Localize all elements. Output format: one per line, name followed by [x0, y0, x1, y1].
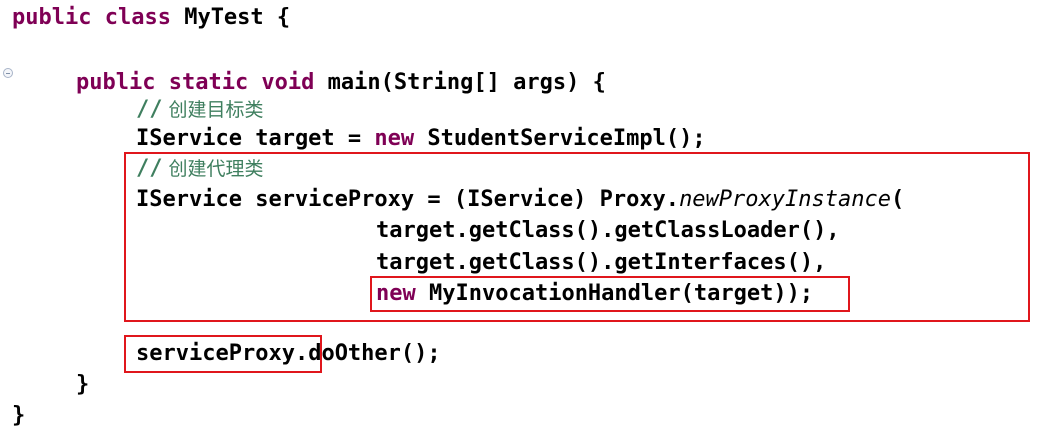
keyword: new — [374, 126, 415, 151]
code-editor[interactable]: public class MyTest { public static void… — [0, 0, 1042, 440]
comment-slashes: // — [136, 97, 163, 122]
code-line-comment-target: // 创建目标类 — [136, 98, 264, 122]
code-text: MyTest { — [170, 5, 291, 30]
fold-collapse-icon[interactable] — [3, 68, 13, 78]
code-text: main(String[] args) { — [314, 70, 606, 95]
keyword: public static void — [76, 70, 315, 95]
code-line-main-decl: public static void main(String[] args) { — [76, 68, 606, 98]
code-text: IService target = — [136, 126, 375, 151]
code-text: StudentServiceImpl(); — [414, 126, 706, 151]
keyword: public class — [12, 5, 171, 30]
code-line-target-decl: IService target = new StudentServiceImpl… — [136, 124, 706, 154]
comment-text: 创建目标类 — [162, 99, 264, 121]
code-line-close-method: } — [76, 372, 90, 397]
code-line-class-decl: public class MyTest { — [12, 3, 290, 33]
highlight-box-service-proxy — [124, 335, 322, 373]
code-line-close-class: } — [12, 403, 26, 428]
highlight-box-handler — [370, 276, 850, 312]
